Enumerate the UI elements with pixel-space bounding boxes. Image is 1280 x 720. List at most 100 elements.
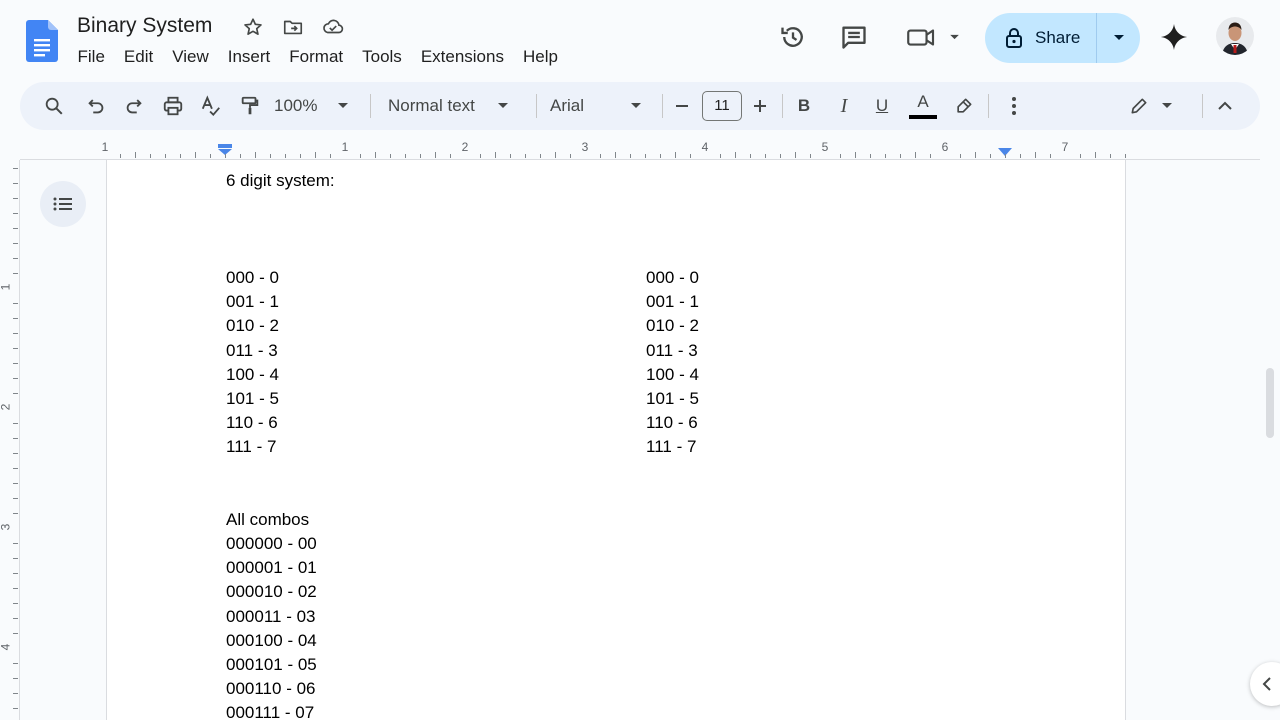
ruler-tick [135, 152, 136, 158]
caret-down-icon [338, 103, 349, 108]
vertical-ruler[interactable]: 1 2 3 4 [0, 160, 20, 720]
bold-button[interactable]: B [790, 90, 818, 122]
vertical-ruler-tick [13, 603, 18, 604]
pencil-icon [1131, 98, 1147, 114]
share-button[interactable]: Share [985, 13, 1140, 63]
undo-icon[interactable] [80, 90, 112, 122]
ruler-tick [240, 154, 241, 158]
lock-icon [1006, 28, 1022, 48]
spell-check-icon[interactable] [195, 90, 227, 122]
zoom-select[interactable]: 100% [274, 90, 364, 122]
side-panel-toggle[interactable] [1250, 662, 1280, 706]
ruler-tick [435, 152, 436, 158]
right-column-line: 100 - 4 [646, 364, 699, 384]
version-history-icon[interactable] [776, 20, 810, 54]
ruler-tick [990, 154, 991, 158]
right-column-line: 111 - 7 [646, 437, 697, 457]
menu-bar: File Edit View Insert Format Tools Exten… [68, 45, 567, 69]
hide-menus-icon[interactable] [1210, 90, 1240, 122]
move-folder-icon[interactable] [280, 14, 306, 40]
gemini-sparkle-icon[interactable] [1157, 20, 1191, 54]
ruler-tick [900, 154, 901, 158]
print-icon[interactable] [157, 90, 189, 122]
font-size-input[interactable]: 11 [702, 91, 742, 121]
menu-file[interactable]: File [68, 45, 114, 69]
ruler-number: 2 [461, 140, 469, 154]
vertical-ruler-tick [13, 273, 18, 274]
ruler-tick [1005, 154, 1006, 158]
search-menus-icon[interactable] [38, 90, 70, 122]
ruler-tick [195, 152, 196, 158]
vertical-ruler-tick [13, 213, 18, 214]
underline-button[interactable]: U [868, 90, 896, 122]
document-title[interactable]: Binary System [77, 14, 212, 38]
ruler-tick [450, 154, 451, 158]
vertical-ruler-number: 1 [0, 284, 12, 291]
editing-mode-select[interactable] [1126, 90, 1176, 122]
more-options-icon[interactable] [1000, 90, 1028, 122]
caret-down-icon [497, 103, 508, 108]
ruler-tick [1035, 152, 1036, 158]
vertical-ruler-tick [13, 588, 18, 589]
vertical-ruler-tick [13, 558, 18, 559]
text-color-button[interactable]: A [909, 90, 937, 114]
ruler-tick [735, 152, 736, 158]
paragraph-style-select[interactable]: Normal text [388, 90, 538, 122]
vertical-ruler-tick [13, 663, 18, 664]
vertical-ruler-tick [13, 693, 18, 694]
menu-help[interactable]: Help [513, 45, 567, 69]
app-header: Binary System File Edit View Insert Form… [0, 0, 1280, 80]
ruler-tick [855, 152, 856, 158]
user-avatar[interactable] [1216, 17, 1254, 55]
ruler-tick [1050, 154, 1051, 158]
decrease-font-size-icon[interactable] [670, 90, 694, 122]
ruler-tick [255, 152, 256, 158]
share-main[interactable]: Share [985, 13, 1097, 63]
menu-insert[interactable]: Insert [218, 45, 280, 69]
document-page[interactable]: 6 digit system: 000 - 0 001 - 1 010 - 2 011… [106, 160, 1126, 720]
menu-view[interactable]: View [163, 45, 219, 69]
combo-line: 000001 - 01 [226, 558, 317, 578]
menu-edit[interactable]: Edit [114, 45, 162, 69]
caret-down-icon [631, 103, 642, 108]
cloud-saved-icon[interactable] [320, 14, 346, 40]
ruler-tick [225, 154, 226, 158]
menu-format[interactable]: Format [280, 45, 353, 69]
vertical-scrollbar[interactable] [1266, 368, 1274, 438]
ruler-tick [930, 154, 931, 158]
vertical-ruler-tick [13, 198, 18, 199]
combos-heading: All combos [226, 510, 310, 529]
ruler-tick [210, 154, 211, 158]
meet-video-icon[interactable] [903, 20, 963, 54]
ruler-tick [885, 154, 886, 158]
document-outline-button[interactable] [40, 181, 86, 227]
google-docs-logo-icon[interactable] [26, 20, 58, 62]
share-dropdown[interactable] [1097, 34, 1140, 42]
ruler-tick [795, 152, 796, 158]
caret-down-icon [1162, 103, 1172, 108]
vertical-ruler-tick [13, 483, 18, 484]
vertical-ruler-tick [13, 243, 18, 244]
vertical-ruler-tick [13, 618, 18, 619]
horizontal-ruler[interactable]: 1 1 2 3 4 5 6 7 [20, 138, 1260, 160]
comments-icon[interactable] [837, 20, 871, 54]
right-column-line: 010 - 2 [646, 316, 699, 336]
vertical-ruler-tick [13, 333, 18, 334]
right-column-line: 101 - 5 [646, 389, 699, 408]
highlight-color-icon[interactable] [950, 90, 978, 122]
paint-format-icon[interactable] [234, 90, 266, 122]
ruler-tick [300, 154, 301, 158]
font-family-select[interactable]: Arial [550, 90, 650, 122]
menu-extensions[interactable]: Extensions [411, 45, 513, 69]
menu-tools[interactable]: Tools [353, 45, 412, 69]
increase-font-size-icon[interactable] [748, 90, 772, 122]
ruler-tick [660, 154, 661, 158]
combo-line: 000111 - 07 [226, 703, 315, 720]
right-column-line: 000 - 0 [646, 268, 699, 287]
vertical-ruler-tick [13, 423, 18, 424]
right-column-line: 110 - 6 [646, 413, 698, 433]
vertical-ruler-tick [13, 183, 18, 184]
redo-icon[interactable] [118, 90, 150, 122]
italic-button[interactable]: I [830, 90, 858, 122]
star-icon[interactable] [240, 14, 266, 40]
